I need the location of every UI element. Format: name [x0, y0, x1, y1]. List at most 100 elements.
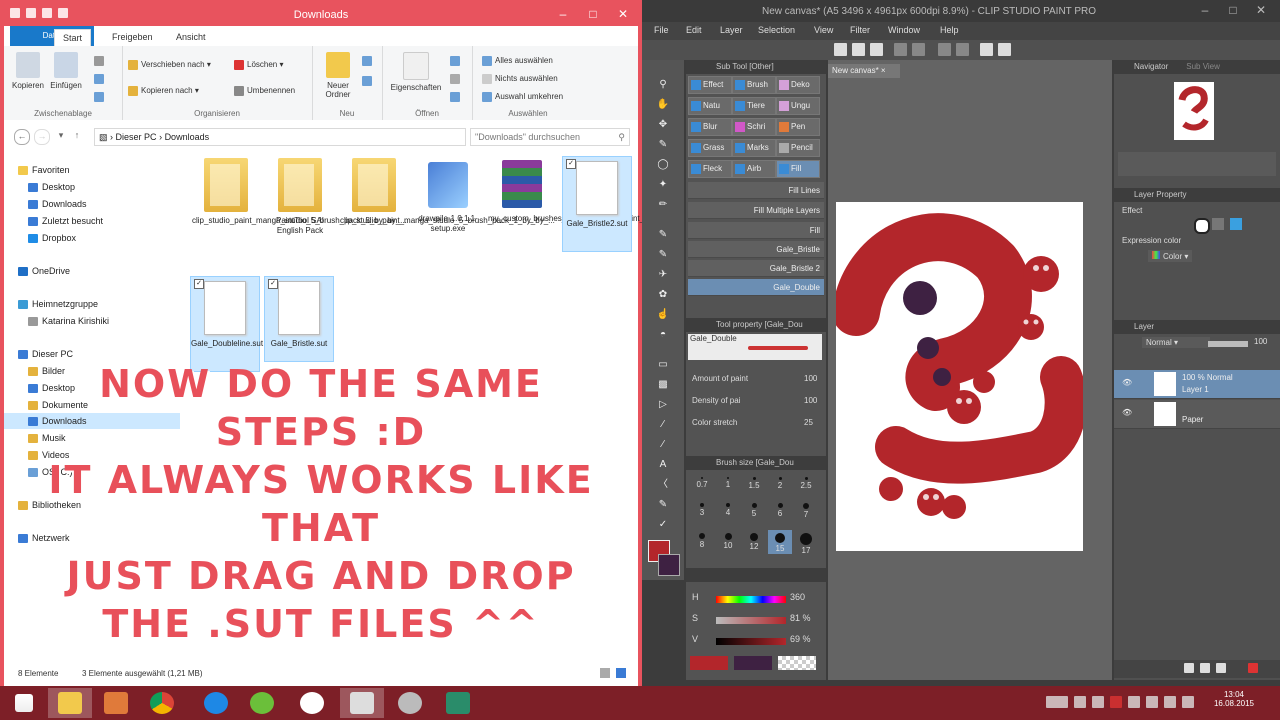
edit-icon[interactable]	[450, 74, 463, 84]
taskbar-chrome[interactable]	[140, 688, 184, 718]
wand-tool-icon[interactable]: ✦	[655, 178, 671, 192]
nav-recent[interactable]: Zuletzt besucht	[28, 213, 103, 229]
brush-size-preset[interactable]: 12	[742, 530, 766, 554]
subtool-item[interactable]: Fill Lines	[688, 182, 824, 199]
blend-mode-select[interactable]: Normal ▾	[1142, 337, 1210, 348]
menu-help[interactable]: Help	[940, 25, 959, 35]
subtool-item[interactable]: Gale_Bristle 2	[688, 260, 824, 277]
taskbar-app[interactable]	[436, 688, 480, 718]
lasso-tool-icon[interactable]: ◯	[655, 158, 671, 172]
maximize-button[interactable]: □	[578, 4, 608, 24]
subtool-item[interactable]: Fill	[688, 222, 824, 239]
tray-up-icon[interactable]	[1074, 696, 1086, 708]
minimize-button[interactable]: –	[548, 4, 578, 24]
menu-window[interactable]: Window	[888, 25, 920, 35]
eyedropper-tool-icon[interactable]: ✎	[655, 138, 671, 152]
brush-size-preset[interactable]: 3	[690, 500, 714, 524]
subtool-group-button[interactable]: Natu	[688, 97, 732, 115]
menu-edit[interactable]: Edit	[686, 25, 702, 35]
dropbox-icon[interactable]	[1182, 696, 1194, 708]
fill-tool-icon[interactable]: ◓	[655, 328, 671, 342]
paste-button[interactable]: Einfügen	[46, 52, 86, 90]
eraser-tool-icon[interactable]: ▭	[655, 358, 671, 372]
undo-icon[interactable]	[894, 43, 907, 56]
brush-size-preset[interactable]: 1.5	[742, 474, 766, 498]
brush-size-preset[interactable]: 0.7	[690, 474, 714, 498]
new-folder-icon[interactable]	[1216, 663, 1226, 673]
transparent-color-chip[interactable]	[778, 656, 816, 670]
gradient-tool-icon[interactable]: ▩	[655, 378, 671, 392]
canvas-tab[interactable]: New canvas* ×	[828, 64, 900, 78]
brush-size-preset[interactable]: 1	[716, 474, 740, 498]
invert-selection-button[interactable]: Auswahl umkehren	[482, 92, 563, 102]
nav-downloads[interactable]: Downloads	[28, 196, 87, 212]
taskbar-ie[interactable]	[194, 688, 238, 718]
nav-favorites[interactable]: Favoriten	[18, 162, 70, 178]
saturation-slider[interactable]: S 81 %	[692, 613, 822, 629]
save-icon[interactable]	[870, 43, 883, 56]
volume-icon[interactable]	[1146, 696, 1158, 708]
subtool-group-button[interactable]: Fill	[776, 160, 820, 178]
minimize-button[interactable]: –	[1190, 0, 1220, 20]
tab-view[interactable]: Ansicht	[168, 29, 214, 45]
details-view-icon[interactable]	[600, 668, 610, 678]
line-tool-icon[interactable]: ∕	[655, 418, 671, 432]
visibility-icon[interactable]: 👁	[1122, 408, 1132, 417]
breadcrumb-thispc[interactable]: Dieser PC	[116, 132, 157, 142]
rename-button[interactable]: Umbenennen	[234, 86, 295, 96]
subtool-group-button[interactable]: Pencil	[776, 139, 820, 157]
forward-button[interactable]: →	[34, 129, 50, 145]
subtool-group-button[interactable]: Deko	[776, 76, 820, 94]
taskbar-app[interactable]	[240, 688, 284, 718]
redo-icon[interactable]	[912, 43, 925, 56]
nav-homegroup[interactable]: Heimnetzgruppe	[18, 296, 98, 312]
file-item[interactable]: ✓ Gale_Doubleline.sut	[190, 276, 263, 372]
checkbox-icon[interactable]: ✓	[194, 279, 204, 289]
sub-color-chip[interactable]	[734, 656, 772, 670]
operation-tool-icon[interactable]: ✓	[655, 518, 671, 532]
address-field[interactable]: ▧ › Dieser PC › Downloads	[94, 128, 466, 146]
file-item[interactable]: ✓ Gale_Bristle.sut	[264, 276, 334, 362]
brush-tool-icon[interactable]: ✎	[655, 248, 671, 262]
zoom-tool-icon[interactable]: ⚲	[655, 78, 671, 92]
deselect-icon[interactable]	[998, 43, 1011, 56]
start-button[interactable]	[2, 688, 46, 718]
subtool-group-button[interactable]: Blur	[688, 118, 732, 136]
keyboard-icon[interactable]	[1046, 696, 1068, 708]
nav-user[interactable]: Katarina Kirishiki	[28, 313, 109, 329]
network-icon[interactable]	[1092, 696, 1104, 708]
amount-of-paint-slider[interactable]: Amount of paint 100	[692, 374, 822, 390]
pen-tool-icon[interactable]: ✏	[655, 198, 671, 212]
layer-row[interactable]: 👁 100 % Normal Layer 1	[1114, 370, 1280, 399]
menu-selection[interactable]: Selection	[758, 25, 795, 35]
new-raster-layer-icon[interactable]	[1184, 663, 1194, 673]
clock[interactable]: 13:04 16.08.2015	[1212, 690, 1256, 708]
copy-button[interactable]: Kopieren	[8, 52, 48, 90]
paste-shortcut-icon[interactable]	[94, 92, 107, 102]
layer-row[interactable]: 👁 Paper	[1114, 400, 1280, 429]
expression-color-select[interactable]: Color ▾	[1148, 250, 1193, 262]
layer-color-effect-icon[interactable]	[1230, 218, 1242, 230]
navigator-controls[interactable]	[1118, 152, 1276, 176]
opacity-value[interactable]: 100	[1254, 337, 1267, 346]
subtool-group-button[interactable]: Schri	[732, 118, 776, 136]
security-icon[interactable]	[1110, 696, 1122, 708]
history-icon[interactable]	[450, 92, 463, 102]
taskbar-app[interactable]	[388, 688, 432, 718]
decoration-tool-icon[interactable]: ✿	[655, 288, 671, 302]
subtool-group-button[interactable]: Grass	[688, 139, 732, 157]
move-to-button[interactable]: Verschieben nach ▾	[128, 60, 211, 70]
brush-size-preset[interactable]: 2	[768, 474, 792, 498]
taskbar-explorer[interactable]	[48, 688, 92, 718]
opacity-slider[interactable]	[1208, 341, 1248, 347]
color-stretch-slider[interactable]: Color stretch 25	[692, 418, 822, 434]
menu-view[interactable]: View	[814, 25, 833, 35]
open-icon[interactable]	[450, 56, 463, 66]
file-item[interactable]: clip_studio_paint_manga_studio_5_brush_p…	[340, 154, 555, 226]
pencil-tool-icon[interactable]: ✎	[655, 228, 671, 242]
new-item-icon[interactable]	[362, 56, 375, 66]
copy-to-button[interactable]: Kopieren nach ▾	[128, 86, 199, 96]
airbrush-tool-icon[interactable]: ✈	[655, 268, 671, 282]
drawing-canvas[interactable]	[832, 202, 1087, 551]
new-vector-layer-icon[interactable]	[1200, 663, 1210, 673]
